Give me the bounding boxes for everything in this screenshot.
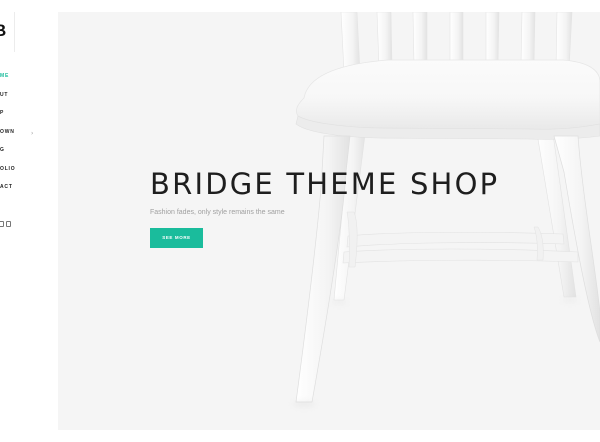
hero-title: BRIDGE THEME SHOP (150, 167, 500, 201)
see-more-button[interactable]: SEE MORE (150, 228, 203, 248)
chair-image (292, 12, 600, 407)
nav-item-shop[interactable]: P (0, 110, 4, 120)
nav-item-about[interactable]: UT (0, 92, 8, 102)
hero-section: BRIDGE THEME SHOP Fashion fades, only st… (58, 12, 600, 430)
nav-item-dropdown[interactable]: OWN (0, 129, 15, 139)
chevron-right-icon: › (31, 130, 34, 137)
nav-item-blog[interactable]: G (0, 147, 5, 157)
social-icon[interactable] (0, 221, 4, 227)
nav-item-home[interactable]: ME (0, 73, 9, 83)
hero-subtitle: Fashion fades, only style remains the sa… (150, 209, 285, 216)
sidebar: B ME UT P OWN › G OLIO ACT (0, 0, 58, 442)
nav-item-portfolio[interactable]: OLIO (0, 166, 15, 176)
instagram-icon[interactable] (6, 221, 11, 227)
nav-item-contact[interactable]: ACT (0, 184, 13, 194)
